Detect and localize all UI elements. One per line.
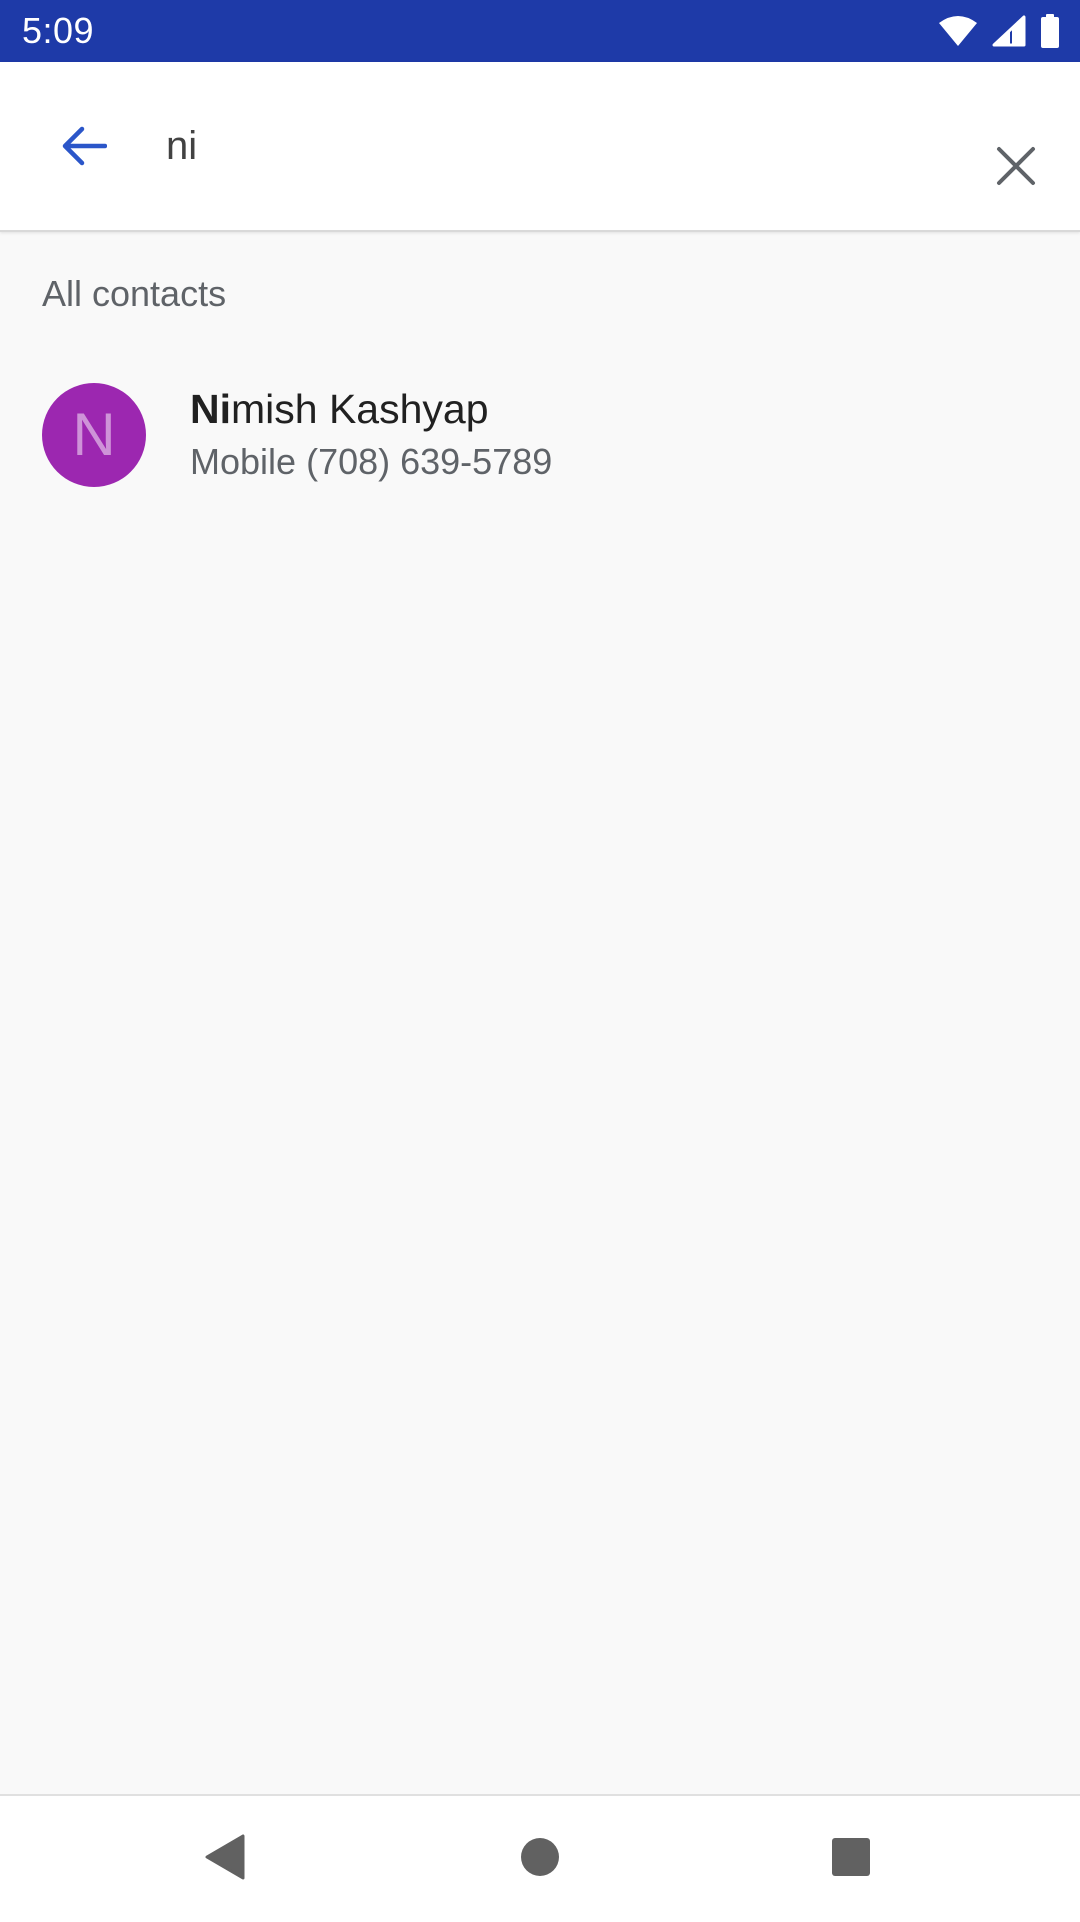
- status-bar: 5:09: [0, 0, 1080, 62]
- contact-name-rest: mish Kashyap: [231, 386, 489, 432]
- section-header-all-contacts: All contacts: [42, 273, 227, 314]
- nav-recents-icon: [831, 1837, 871, 1882]
- contact-name-match: Ni: [190, 386, 231, 432]
- avatar: N: [42, 383, 146, 487]
- contact-phone: Mobile (708) 639-5789: [190, 439, 552, 485]
- contact-name: Nimish Kashyap: [190, 384, 489, 434]
- contact-phone-type: Mobile: [190, 441, 297, 482]
- arrow-back-icon: [61, 126, 108, 171]
- battery-icon: [1040, 14, 1060, 48]
- search-input[interactable]: [166, 114, 966, 178]
- nav-back-button[interactable]: [180, 1814, 270, 1904]
- status-time: 5:09: [22, 10, 95, 51]
- nav-back-icon: [203, 1834, 247, 1885]
- contact-phone-number: (708) 639-5789: [306, 441, 553, 482]
- cell-signal-icon: [992, 15, 1026, 47]
- close-icon: [996, 146, 1036, 191]
- contact-list-item[interactable]: N Nimish Kashyap Mobile (708) 639-5789: [0, 362, 1080, 508]
- nav-home-icon: [519, 1836, 561, 1883]
- status-icons: [938, 12, 1060, 50]
- nav-recents-button[interactable]: [806, 1814, 896, 1904]
- nav-home-button[interactable]: [495, 1814, 585, 1904]
- search-bar: [0, 62, 1080, 232]
- back-button[interactable]: [44, 108, 124, 188]
- system-nav-bar: [0, 1794, 1080, 1922]
- wifi-icon: [938, 15, 978, 47]
- clear-search-button[interactable]: [976, 128, 1056, 208]
